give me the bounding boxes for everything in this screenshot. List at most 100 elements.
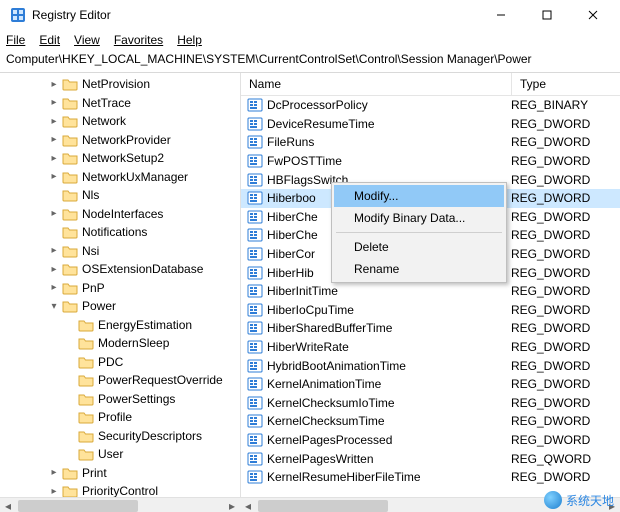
tree-node[interactable]: ▸NetworkUxManager (0, 168, 240, 187)
value-row[interactable]: HybridBootAnimationTimeREG_DWORD (241, 356, 620, 375)
ctx-modify-binary[interactable]: Modify Binary Data... (334, 207, 504, 229)
tree-node[interactable]: ▾Power (0, 297, 240, 316)
scroll-left-icon[interactable]: ◂ (240, 498, 256, 512)
expand-icon[interactable]: ▸ (48, 153, 60, 164)
menu-view[interactable]: View (74, 33, 100, 47)
address-bar[interactable]: Computer\HKEY_LOCAL_MACHINE\SYSTEM\Curre… (0, 50, 620, 72)
reg-value-icon (247, 209, 263, 225)
tree-node[interactable]: ▸ NodeInterfaces (0, 205, 240, 224)
folder-icon (62, 298, 78, 314)
value-row[interactable]: HiberInitTimeREG_DWORD (241, 282, 620, 301)
tree-pane[interactable]: ▸ NetProvision ▸NetTrace▸Network▸NetworkPr… (0, 73, 241, 497)
expand-icon[interactable]: ▸ (48, 486, 60, 497)
list-pane[interactable]: Name Type DcProcessorPolicyREG_BINARYDev… (241, 73, 620, 497)
menu-favorites[interactable]: Favorites (114, 33, 163, 47)
folder-icon (62, 206, 78, 222)
tree-label: NetProvision (82, 77, 150, 91)
value-name: HiberWriteRate (267, 340, 503, 354)
column-name[interactable]: Name (241, 73, 512, 95)
column-type[interactable]: Type (512, 73, 620, 95)
folder-icon (78, 372, 94, 388)
value-row[interactable]: HiberWriteRateREG_DWORD (241, 338, 620, 357)
tree-node[interactable]: ▸PnP (0, 279, 240, 298)
value-row[interactable]: KernelAnimationTimeREG_DWORD (241, 375, 620, 394)
reg-value-icon (247, 358, 263, 374)
folder-icon (78, 317, 94, 333)
tree-label: PDC (98, 355, 123, 369)
tree-node[interactable]: ▸NetTrace (0, 94, 240, 113)
ctx-modify[interactable]: Modify... (334, 185, 504, 207)
value-type: REG_DWORD (503, 247, 590, 261)
value-name: HybridBootAnimationTime (267, 359, 503, 373)
menu-file[interactable]: File (6, 33, 25, 47)
ctx-separator (336, 232, 502, 233)
value-type: REG_DWORD (503, 117, 590, 131)
reg-value-icon (247, 432, 263, 448)
value-row[interactable]: DeviceResumeTimeREG_DWORD (241, 115, 620, 134)
value-row[interactable]: FwPOSTTimeREG_DWORD (241, 152, 620, 171)
expand-icon[interactable]: ▸ (48, 208, 60, 219)
tree-node[interactable]: ▸Print (0, 464, 240, 483)
scroll-left-icon[interactable]: ◂ (0, 498, 16, 512)
value-type: REG_DWORD (503, 154, 590, 168)
tree-node[interactable]: Profile (0, 408, 240, 427)
minimize-button[interactable] (478, 0, 524, 30)
tree-node[interactable]: Notifications (0, 223, 240, 242)
value-row[interactable]: KernelResumeHiberFileTimeREG_DWORD (241, 468, 620, 487)
expand-icon[interactable]: ▸ (48, 171, 60, 182)
menu-edit[interactable]: Edit (39, 33, 60, 47)
tree-node[interactable]: Nls (0, 186, 240, 205)
tree-node[interactable]: ▸NetworkProvider (0, 131, 240, 150)
value-row[interactable]: HiberSharedBufferTimeREG_DWORD (241, 319, 620, 338)
expand-icon[interactable]: ▸ (48, 116, 60, 127)
maximize-button[interactable] (524, 0, 570, 30)
tree-node[interactable]: ▸Network (0, 112, 240, 131)
tree-node[interactable]: ▸OSExtensionDatabase (0, 260, 240, 279)
tree-node[interactable]: EnergyEstimation (0, 316, 240, 335)
tree-node[interactable]: ▸NetworkSetup2 (0, 149, 240, 168)
tree-label: EnergyEstimation (98, 318, 192, 332)
expand-icon[interactable]: ▸ (48, 467, 60, 478)
tree-node[interactable]: PDC (0, 353, 240, 372)
body: ▸ NetProvision ▸NetTrace▸Network▸NetworkPr… (0, 72, 620, 497)
tree-node[interactable]: ModernSleep (0, 334, 240, 353)
tree-node[interactable]: User (0, 445, 240, 464)
expand-icon[interactable]: ▸ (48, 245, 60, 256)
tree-label: NodeInterfaces (82, 207, 163, 221)
expand-icon[interactable]: ▸ (48, 79, 60, 90)
reg-value-icon (247, 153, 263, 169)
expand-icon[interactable]: ▸ (48, 97, 60, 108)
app-icon (10, 7, 26, 23)
expand-icon[interactable]: ▸ (48, 282, 60, 293)
value-row[interactable]: DcProcessorPolicyREG_BINARY (241, 96, 620, 115)
value-row[interactable]: KernelPagesWrittenREG_QWORD (241, 449, 620, 468)
value-type: REG_DWORD (503, 303, 590, 317)
tree-node[interactable]: PowerRequestOverride (0, 371, 240, 390)
expand-icon[interactable]: ▸ (48, 264, 60, 275)
tree-node[interactable]: ▸Nsi (0, 242, 240, 261)
expand-icon[interactable]: ▸ (48, 134, 60, 145)
tree-node[interactable]: SecurityDescriptors (0, 427, 240, 446)
value-row[interactable]: FileRunsREG_DWORD (241, 133, 620, 152)
expand-icon[interactable]: ▾ (48, 301, 60, 312)
ctx-rename[interactable]: Rename (334, 258, 504, 280)
value-row[interactable]: HiberIoCpuTimeREG_DWORD (241, 301, 620, 320)
folder-icon (62, 150, 78, 166)
folder-icon (78, 354, 94, 370)
folder-icon (78, 391, 94, 407)
tree-node[interactable]: PowerSettings (0, 390, 240, 409)
value-row[interactable]: KernelChecksumIoTimeREG_DWORD (241, 394, 620, 413)
tree-node[interactable]: ▸PriorityControl (0, 482, 240, 497)
menu-help[interactable]: Help (177, 33, 202, 47)
tree-node[interactable]: ▸ NetProvision (0, 75, 240, 94)
tree-label: User (98, 447, 123, 461)
close-button[interactable] (570, 0, 616, 30)
value-name: KernelResumeHiberFileTime (267, 470, 503, 484)
window-title: Registry Editor (32, 8, 478, 22)
value-row[interactable]: KernelPagesProcessedREG_DWORD (241, 431, 620, 450)
tree-hscroll[interactable]: ◂ ▸ (0, 497, 240, 512)
scroll-right-icon[interactable]: ▸ (224, 498, 240, 512)
reg-value-icon (247, 97, 263, 113)
ctx-delete[interactable]: Delete (334, 236, 504, 258)
value-row[interactable]: KernelChecksumTimeREG_DWORD (241, 412, 620, 431)
